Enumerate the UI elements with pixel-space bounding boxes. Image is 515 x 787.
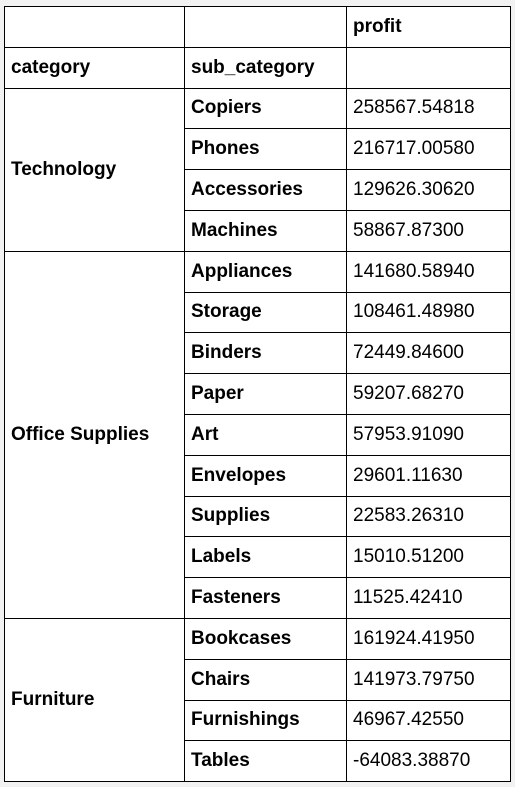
table-row: Office Supplies Appliances 141680.58940 bbox=[4, 250, 511, 619]
sub-category-label: Bookcases bbox=[184, 617, 347, 660]
profit-value: 141973.79750 bbox=[346, 658, 511, 701]
sub-category-label: Machines bbox=[184, 209, 347, 252]
index-name-category: category bbox=[4, 46, 185, 89]
sub-category-label: Envelopes bbox=[184, 454, 347, 497]
dataframe-frame: profit category sub_category Technology C… bbox=[0, 0, 515, 787]
blank-corner-cell bbox=[184, 6, 347, 48]
sub-category-label: Furnishings bbox=[184, 699, 347, 742]
profit-value: 141680.58940 bbox=[346, 250, 511, 293]
profit-value: 15010.51200 bbox=[346, 536, 511, 579]
category-label: Technology bbox=[4, 87, 185, 252]
profit-value: 11525.42410 bbox=[346, 577, 511, 619]
sub-category-label: Binders bbox=[184, 332, 347, 375]
sub-category-label: Storage bbox=[184, 291, 347, 334]
blank-corner-cell bbox=[4, 6, 185, 48]
header-row-columns: profit bbox=[4, 6, 511, 48]
profit-table: profit category sub_category Technology C… bbox=[4, 6, 511, 783]
profit-value: 46967.42550 bbox=[346, 699, 511, 742]
profit-value: 29601.11630 bbox=[346, 454, 511, 497]
sub-category-label: Copiers bbox=[184, 87, 347, 130]
sub-category-label: Paper bbox=[184, 373, 347, 415]
profit-value: -64083.38870 bbox=[346, 740, 511, 783]
sub-category-label: Tables bbox=[184, 740, 347, 783]
category-label: Office Supplies bbox=[4, 250, 185, 619]
table-header: profit category sub_category bbox=[4, 6, 511, 89]
profit-value: 59207.68270 bbox=[346, 373, 511, 415]
sub-category-label: Phones bbox=[184, 128, 347, 171]
table-body: Technology Copiers 258567.54818 Phones 21671… bbox=[4, 87, 511, 783]
profit-value: 216717.00580 bbox=[346, 128, 511, 171]
profit-value: 22583.26310 bbox=[346, 495, 511, 538]
sub-category-label: Fasteners bbox=[184, 577, 347, 619]
sub-category-label: Labels bbox=[184, 536, 347, 579]
profit-value: 161924.41950 bbox=[346, 617, 511, 660]
header-row-index-names: category sub_category bbox=[4, 46, 511, 89]
sub-category-label: Appliances bbox=[184, 250, 347, 293]
sub-category-label: Art bbox=[184, 413, 347, 456]
profit-value: 108461.48980 bbox=[346, 291, 511, 334]
profit-value: 72449.84600 bbox=[346, 332, 511, 375]
blank-header-cell bbox=[346, 46, 511, 89]
sub-category-label: Accessories bbox=[184, 169, 347, 211]
table-row: Technology Copiers 258567.54818 bbox=[4, 87, 511, 252]
index-name-sub-category: sub_category bbox=[184, 46, 347, 89]
profit-value: 129626.30620 bbox=[346, 169, 511, 211]
table-row: Furniture Bookcases 161924.41950 bbox=[4, 617, 511, 783]
column-header-profit: profit bbox=[346, 6, 511, 48]
profit-value: 57953.91090 bbox=[346, 413, 511, 456]
profit-value: 258567.54818 bbox=[346, 87, 511, 130]
sub-category-label: Chairs bbox=[184, 658, 347, 701]
profit-value: 58867.87300 bbox=[346, 209, 511, 252]
category-label: Furniture bbox=[4, 617, 185, 783]
sub-category-label: Supplies bbox=[184, 495, 347, 538]
